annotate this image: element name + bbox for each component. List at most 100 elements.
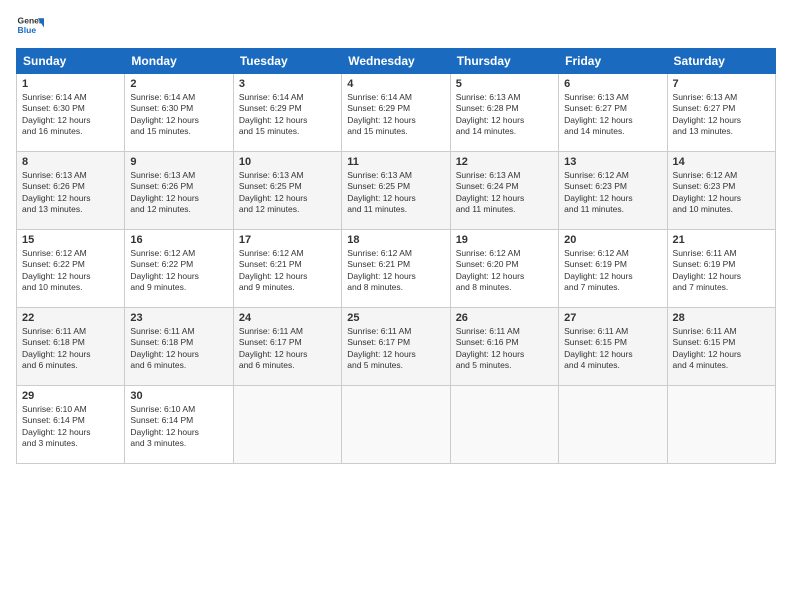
day-number: 26 bbox=[456, 312, 553, 324]
calendar-cell: 25Sunrise: 6:11 AMSunset: 6:17 PMDayligh… bbox=[342, 308, 450, 386]
sunset-text: Sunset: 6:30 PM bbox=[22, 103, 119, 114]
calendar-cell bbox=[233, 386, 341, 464]
daylight-hours: Daylight: 12 hours bbox=[347, 271, 444, 282]
calendar-cell: 1Sunrise: 6:14 AMSunset: 6:30 PMDaylight… bbox=[17, 74, 125, 152]
week-row-4: 22Sunrise: 6:11 AMSunset: 6:18 PMDayligh… bbox=[17, 308, 776, 386]
sunset-text: Sunset: 6:28 PM bbox=[456, 103, 553, 114]
daylight-hours: Daylight: 12 hours bbox=[130, 271, 227, 282]
day-number: 4 bbox=[347, 78, 444, 90]
daylight-hours: Daylight: 12 hours bbox=[130, 349, 227, 360]
calendar-cell: 22 Sunrise: 6:11 AMSunset: 6:18 PMDayligh… bbox=[17, 308, 125, 386]
sunset-text: Sunset: 6:29 PM bbox=[347, 103, 444, 114]
calendar-cell bbox=[342, 386, 450, 464]
day-number: 30 bbox=[130, 390, 227, 402]
day-number: 8 bbox=[22, 156, 119, 168]
header: General Blue bbox=[16, 12, 776, 40]
sunset-text: Sunset: 6:21 PM bbox=[239, 259, 336, 270]
daylight-minutes: and 9 minutes. bbox=[239, 282, 336, 293]
day-info: Sunrise: 6:13 AMSunset: 6:26 PMDaylight:… bbox=[130, 170, 227, 216]
week-row-2: 8Sunrise: 6:13 AMSunset: 6:26 PMDaylight… bbox=[17, 152, 776, 230]
day-info: Sunrise: 6:14 AMSunset: 6:30 PMDaylight:… bbox=[130, 92, 227, 138]
daylight-minutes: and 6 minutes. bbox=[130, 360, 227, 371]
day-number: 3 bbox=[239, 78, 336, 90]
sunset-text: Sunset: 6:17 PM bbox=[347, 337, 444, 348]
sunrise-text: Sunrise: 6:10 AM bbox=[22, 404, 119, 415]
day-info: Sunrise: 6:13 AMSunset: 6:28 PMDaylight:… bbox=[456, 92, 553, 138]
sunrise-text: Sunrise: 6:13 AM bbox=[673, 92, 770, 103]
day-number: 18 bbox=[347, 234, 444, 246]
calendar-cell: 26Sunrise: 6:11 AMSunset: 6:16 PMDayligh… bbox=[450, 308, 558, 386]
weekday-wednesday: Wednesday bbox=[342, 49, 450, 74]
calendar-cell: 18Sunrise: 6:12 AMSunset: 6:21 PMDayligh… bbox=[342, 230, 450, 308]
daylight-hours: Daylight: 12 hours bbox=[239, 115, 336, 126]
sunrise-text: Sunrise: 6:12 AM bbox=[239, 248, 336, 259]
sunset-text: Sunset: 6:27 PM bbox=[673, 103, 770, 114]
week-row-5: 29Sunrise: 6:10 AMSunset: 6:14 PMDayligh… bbox=[17, 386, 776, 464]
day-info: Sunrise: 6:12 AMSunset: 6:20 PMDaylight:… bbox=[456, 248, 553, 294]
daylight-hours: Daylight: 12 hours bbox=[239, 271, 336, 282]
sunset-text: Sunset: 6:18 PM bbox=[130, 337, 227, 348]
day-info: Sunrise: 6:12 AMSunset: 6:23 PMDaylight:… bbox=[673, 170, 770, 216]
sunset-text: Sunset: 6:18 PM bbox=[22, 337, 119, 348]
weekday-header-row: SundayMondayTuesdayWednesdayThursdayFrid… bbox=[17, 49, 776, 74]
sunrise-text: Sunrise: 6:12 AM bbox=[673, 170, 770, 181]
day-info: Sunrise: 6:12 AMSunset: 6:23 PMDaylight:… bbox=[564, 170, 661, 216]
weekday-thursday: Thursday bbox=[450, 49, 558, 74]
sunrise-text: Sunrise: 6:13 AM bbox=[22, 170, 119, 181]
logo: General Blue bbox=[16, 12, 44, 40]
daylight-hours: Daylight: 12 hours bbox=[22, 115, 119, 126]
daylight-hours: Daylight: 12 hours bbox=[456, 271, 553, 282]
calendar-cell: 13Sunrise: 6:12 AMSunset: 6:23 PMDayligh… bbox=[559, 152, 667, 230]
daylight-hours: Daylight: 12 hours bbox=[22, 271, 119, 282]
sunset-text: Sunset: 6:26 PM bbox=[130, 181, 227, 192]
sunrise-text: Sunrise: 6:14 AM bbox=[239, 92, 336, 103]
day-number: 21 bbox=[673, 234, 770, 246]
daylight-minutes: and 16 minutes. bbox=[22, 126, 119, 137]
sunset-text: Sunset: 6:14 PM bbox=[22, 415, 119, 426]
day-info: Sunrise: 6:11 AMSunset: 6:17 PMDaylight:… bbox=[239, 326, 336, 372]
daylight-minutes: and 6 minutes. bbox=[22, 360, 119, 371]
day-info: Sunrise: 6:13 AMSunset: 6:24 PMDaylight:… bbox=[456, 170, 553, 216]
sunrise-text: Sunrise: 6:11 AM bbox=[673, 326, 770, 337]
daylight-hours: Daylight: 12 hours bbox=[673, 349, 770, 360]
sunset-text: Sunset: 6:14 PM bbox=[130, 415, 227, 426]
day-info: Sunrise: 6:11 AMSunset: 6:15 PMDaylight:… bbox=[673, 326, 770, 372]
day-info: Sunrise: 6:12 AMSunset: 6:21 PMDaylight:… bbox=[239, 248, 336, 294]
calendar-cell bbox=[667, 386, 775, 464]
sunrise-text: Sunrise: 6:13 AM bbox=[347, 170, 444, 181]
daylight-hours: Daylight: 12 hours bbox=[673, 193, 770, 204]
day-info: Sunrise: 6:13 AMSunset: 6:27 PMDaylight:… bbox=[564, 92, 661, 138]
sunrise-text: Sunrise: 6:11 AM bbox=[22, 326, 119, 337]
weekday-monday: Monday bbox=[125, 49, 233, 74]
daylight-minutes: and 14 minutes. bbox=[456, 126, 553, 137]
page: General Blue SundayMondayTuesdayWednesda… bbox=[0, 0, 792, 612]
daylight-minutes: and 3 minutes. bbox=[22, 438, 119, 449]
sunrise-text: Sunrise: 6:11 AM bbox=[347, 326, 444, 337]
sunset-text: Sunset: 6:15 PM bbox=[564, 337, 661, 348]
weekday-friday: Friday bbox=[559, 49, 667, 74]
day-number: 24 bbox=[239, 312, 336, 324]
daylight-minutes: and 8 minutes. bbox=[347, 282, 444, 293]
day-number: 6 bbox=[564, 78, 661, 90]
calendar-table: SundayMondayTuesdayWednesdayThursdayFrid… bbox=[16, 48, 776, 464]
sunset-text: Sunset: 6:16 PM bbox=[456, 337, 553, 348]
day-number: 22 bbox=[22, 312, 119, 324]
daylight-hours: Daylight: 12 hours bbox=[22, 349, 119, 360]
sunset-text: Sunset: 6:21 PM bbox=[347, 259, 444, 270]
daylight-hours: Daylight: 12 hours bbox=[347, 193, 444, 204]
day-number: 23 bbox=[130, 312, 227, 324]
daylight-hours: Daylight: 12 hours bbox=[130, 193, 227, 204]
calendar-cell: 5 Sunrise: 6:13 AMSunset: 6:28 PMDaylight… bbox=[450, 74, 558, 152]
day-info: Sunrise: 6:11 AMSunset: 6:19 PMDaylight:… bbox=[673, 248, 770, 294]
calendar-cell: 10Sunrise: 6:13 AMSunset: 6:25 PMDayligh… bbox=[233, 152, 341, 230]
daylight-hours: Daylight: 12 hours bbox=[456, 193, 553, 204]
day-number: 9 bbox=[130, 156, 227, 168]
calendar-cell: 4Sunrise: 6:14 AMSunset: 6:29 PMDaylight… bbox=[342, 74, 450, 152]
sunset-text: Sunset: 6:23 PM bbox=[673, 181, 770, 192]
day-info: Sunrise: 6:11 AMSunset: 6:15 PMDaylight:… bbox=[564, 326, 661, 372]
day-number: 5 bbox=[456, 78, 553, 90]
daylight-hours: Daylight: 12 hours bbox=[673, 271, 770, 282]
daylight-hours: Daylight: 12 hours bbox=[130, 115, 227, 126]
daylight-minutes: and 3 minutes. bbox=[130, 438, 227, 449]
calendar-cell: 12Sunrise: 6:13 AMSunset: 6:24 PMDayligh… bbox=[450, 152, 558, 230]
